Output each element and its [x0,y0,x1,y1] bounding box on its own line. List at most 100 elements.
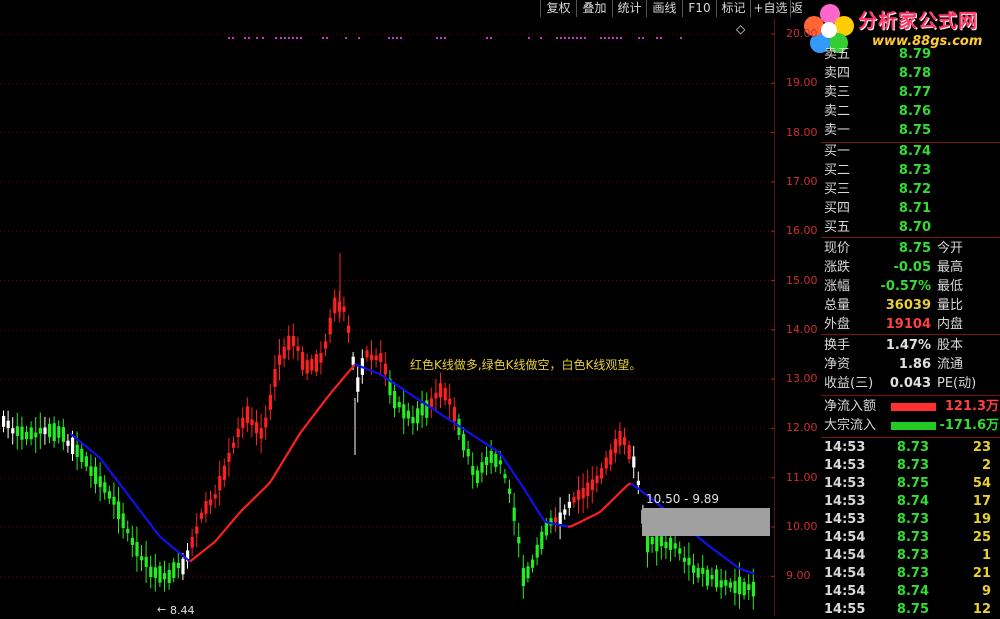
moving-average-segment [79,441,82,443]
candle-body [646,535,649,553]
candle-body [227,453,230,462]
candle-body [743,582,746,595]
candle-body [692,565,695,572]
candle-body [296,346,299,351]
candle-body [508,489,511,494]
range-label: 10.50 - 9.89 [646,492,719,506]
moving-average-segment [148,521,151,525]
kline-chart[interactable]: 红色K线做多,绿色K线做空，白色K线观望。 10.50 - 9.89 8.44 … [0,18,775,616]
stat-value: 36039 [871,297,931,315]
candle-body [559,513,562,524]
add-watchlist-button[interactable]: +自选 [750,0,790,17]
candle-body [715,569,718,587]
candle-body [522,568,525,586]
moving-average-segment [298,432,301,437]
stat-label: 现价 [824,240,850,258]
fundamental-row: 收益(三)0.043PE(动) [821,375,1000,393]
candle-body [531,560,534,568]
order-price: 8.71 [891,200,931,218]
moving-average-segment [418,399,421,401]
moving-average-segment [337,382,340,386]
signal-dot [284,37,286,39]
moving-average-segment [307,420,310,424]
signal-dot [572,37,574,39]
signal-dot [576,37,578,39]
candle-body [292,336,295,346]
moving-average-segment [547,522,550,523]
candle-body [131,538,134,545]
diamond-marker-icon[interactable]: ◇ [736,22,745,36]
moving-average-segment [106,466,109,470]
divider [821,237,1000,238]
sell-order-row: 卖一8.75 [821,122,1000,140]
draw-line-button[interactable]: 画线 [646,0,682,17]
tick-price: 8.75 [891,601,929,619]
moving-average-segment [118,482,121,486]
candle-body [11,428,14,433]
signal-dot [300,37,302,39]
moving-average-segment [598,511,601,513]
moving-average-segment [289,446,292,451]
statistics-button[interactable]: 统计 [612,0,646,17]
stat-value: 8.75 [871,240,931,258]
moving-average-segment [163,539,166,541]
moving-average-segment [259,491,262,494]
moving-average-segment [109,470,112,474]
signal-dot [392,37,394,39]
candle-body [191,537,194,548]
moving-average-segment [730,562,733,564]
candle-body [379,353,382,362]
candle-body [747,584,750,590]
stat-label: 总量 [824,297,850,315]
price-range-box [642,508,770,536]
signal-dot [232,37,234,39]
moving-average-segment [472,435,475,437]
candle-body [476,470,479,483]
signal-dot [600,37,602,39]
candle-body [444,388,447,401]
mark-button[interactable]: 标记 [716,0,750,17]
price-axis-label: 12.00 [786,421,818,434]
candle-body [411,417,414,423]
moving-average-segment [268,481,271,485]
candle-body [448,399,451,405]
restore-rights-button[interactable]: 复权 [540,0,576,17]
candle-body [536,545,539,558]
candle-body [623,437,626,445]
f10-button[interactable]: F10 [682,0,716,17]
candle-body [7,421,10,428]
moving-average-segment [172,547,175,549]
moving-average-segment [127,493,130,497]
moving-average-segment [700,539,703,541]
moving-average-segment [400,387,403,389]
moving-average-segment [361,367,364,368]
signal-dot [322,37,324,39]
candle-body [402,404,405,418]
moving-average-segment [145,517,148,521]
stat-label: 换手 [824,337,850,355]
overlay-button[interactable]: 叠加 [576,0,612,17]
quote-panel: 卖五8.79卖四8.78卖三8.77卖二8.76卖一8.75 买一8.74买二8… [821,0,1000,616]
sell-order-row: 卖四8.78 [821,65,1000,83]
order-price: 8.72 [891,181,931,199]
buy-order-row: 买三8.72 [821,181,1000,199]
price-axis-label: 15.00 [786,274,818,287]
moving-average-segment [571,525,574,526]
candle-body [85,456,88,466]
moving-average-segment [205,547,208,549]
moving-average-segment [481,441,484,443]
moving-average-segment [190,559,193,561]
candle-body [651,537,654,544]
candle-body [439,383,442,397]
signal-dot [288,37,290,39]
moving-average-segment [331,389,334,393]
moving-average-segment [304,424,307,428]
buy-order-row: 买二8.73 [821,162,1000,180]
candle-body [260,428,263,438]
candle-body [80,449,83,462]
flow-bar [891,403,936,411]
candle-body [586,482,589,495]
quote-stat-row: 涨幅-0.57%最低 [821,278,1000,296]
candle-body [554,517,557,522]
candle-body [269,395,272,410]
